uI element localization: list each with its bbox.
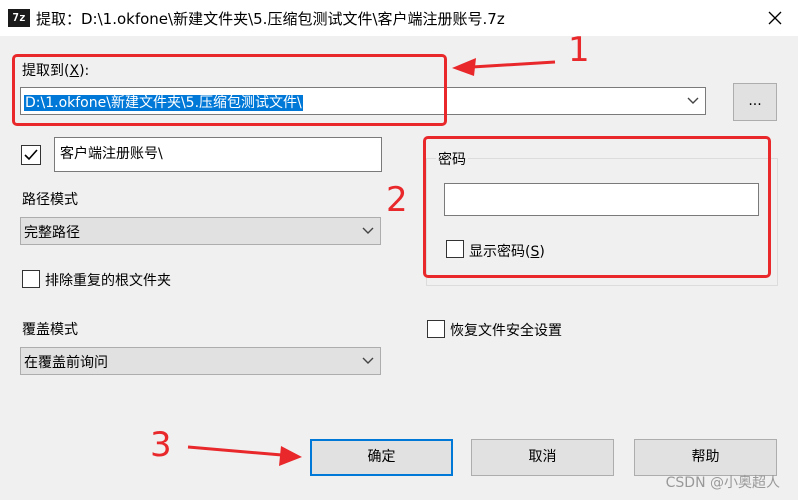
annotation-number-3: 3 (150, 425, 172, 465)
arrow-1-icon (452, 58, 556, 76)
arrow-3-icon (187, 445, 302, 466)
annotation-arrows (187, 58, 556, 466)
annotation-number-1: 1 (568, 30, 590, 70)
annotation-number-2: 2 (386, 180, 408, 220)
watermark: CSDN @小奥超人 (665, 475, 780, 491)
